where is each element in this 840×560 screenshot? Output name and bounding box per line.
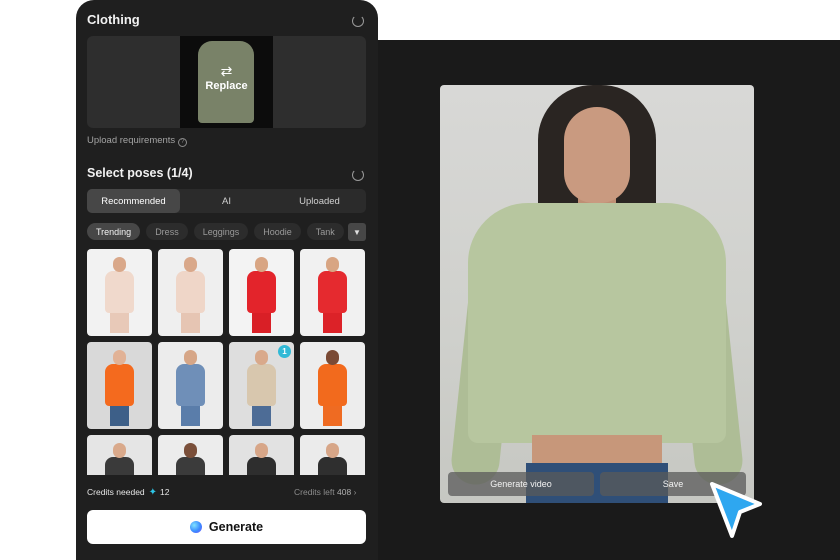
pose-thumbnail[interactable] <box>87 435 152 475</box>
pose-thumbnail[interactable] <box>300 435 365 475</box>
model-shirt <box>468 203 726 443</box>
credits-left[interactable]: Credits left 408 › <box>294 487 356 497</box>
pose-thumbnail[interactable]: 1 <box>229 342 294 429</box>
pose-figure-head <box>255 350 268 365</box>
pose-thumbnail[interactable] <box>87 342 152 429</box>
credits-needed-value: 12 <box>160 487 170 497</box>
chip-hoodie[interactable]: Hoodie <box>254 223 301 240</box>
pose-category-chips: Trending Dress Leggings Hoodie Tank <box>87 223 347 241</box>
reset-poses-icon[interactable] <box>352 169 364 181</box>
help-icon: ? <box>178 138 188 147</box>
model-face <box>564 107 630 203</box>
pose-figure-top <box>247 364 276 406</box>
credits-left-value: 408 <box>337 487 352 497</box>
settings-panel: Clothing ⇄ Replace Upload requirements? … <box>76 0 378 560</box>
tab-recommended[interactable]: Recommended <box>87 189 180 213</box>
pose-figure-head <box>113 443 126 458</box>
pose-figure-head <box>113 350 126 365</box>
pose-figure-head <box>184 257 197 272</box>
pose-figure-head <box>255 443 268 458</box>
pose-figure-top <box>176 457 205 475</box>
app-stage: Generate video Save Clothing ⇄ Replace U… <box>0 0 840 560</box>
generate-label: Generate <box>208 520 264 534</box>
pose-figure-top <box>247 271 276 313</box>
pose-thumbnail[interactable] <box>300 249 365 336</box>
pose-thumbnail[interactable] <box>229 435 294 475</box>
pose-figure-top <box>105 457 134 475</box>
generate-icon <box>189 521 202 533</box>
pose-figure-top <box>318 271 347 313</box>
chevron-down-icon[interactable]: ▼ <box>348 223 366 241</box>
tab-ai[interactable]: AI <box>180 189 273 213</box>
pose-thumbnail[interactable] <box>158 342 223 429</box>
replace-button[interactable]: ⇄ Replace <box>180 64 273 92</box>
reset-clothing-icon[interactable] <box>352 15 364 27</box>
select-poses-title: Select poses (1/4) <box>87 166 193 180</box>
clothing-upload-area[interactable]: ⇄ Replace <box>87 36 366 128</box>
clothing-title: Clothing <box>87 12 140 27</box>
pose-figure-head <box>113 257 126 272</box>
pose-figure-top <box>176 364 205 406</box>
sparkle-icon: ✦ <box>148 487 158 498</box>
pose-figure-head <box>326 257 339 272</box>
pose-figure-top <box>318 364 347 406</box>
upload-requirements-link[interactable]: Upload requirements? <box>87 135 188 147</box>
chip-tank[interactable]: Tank <box>306 223 344 240</box>
pose-source-tabs: Recommended AI Uploaded <box>87 189 366 213</box>
swap-icon: ⇄ <box>220 63 233 79</box>
clothing-thumbnail: ⇄ Replace <box>180 36 273 128</box>
selected-count-badge: 1 <box>278 345 291 358</box>
chevron-right-icon: › <box>353 487 357 497</box>
pose-figure-head <box>184 350 197 365</box>
pose-figure-top <box>247 457 276 475</box>
preview-actions: Generate video Save <box>448 472 746 496</box>
pose-thumbnail[interactable] <box>229 249 294 336</box>
generate-video-button[interactable]: Generate video <box>448 472 594 496</box>
tab-uploaded[interactable]: Uploaded <box>273 189 366 213</box>
pose-figure-head <box>255 257 268 272</box>
pointer-cursor-icon <box>710 482 762 538</box>
pose-figure-top <box>105 364 134 406</box>
generate-button[interactable]: Generate <box>87 510 366 544</box>
pose-thumbnail[interactable] <box>87 249 152 336</box>
pose-thumbnail[interactable] <box>158 249 223 336</box>
chip-leggings[interactable]: Leggings <box>193 223 249 240</box>
credits-left-label: Credits left <box>294 487 335 497</box>
pose-figure-head <box>326 350 339 365</box>
pose-thumbnail[interactable] <box>300 342 365 429</box>
upload-requirements-label: Upload requirements <box>87 135 176 146</box>
pose-figure-head <box>326 443 339 458</box>
chip-dress[interactable]: Dress <box>146 223 188 240</box>
chip-trending[interactable]: Trending <box>87 223 141 240</box>
credits-needed-label: Credits needed <box>87 487 145 497</box>
pose-figure-top <box>105 271 134 313</box>
pose-figure-top <box>176 271 205 313</box>
credits-needed: Credits needed ✦ 12 <box>87 487 170 498</box>
pose-figure-head <box>184 443 197 458</box>
pose-grid: 1 <box>87 249 367 475</box>
replace-label: Replace <box>205 80 248 92</box>
pose-thumbnail[interactable] <box>158 435 223 475</box>
pose-figure-top <box>318 457 347 475</box>
generated-image-preview[interactable]: Generate video Save <box>440 85 754 503</box>
